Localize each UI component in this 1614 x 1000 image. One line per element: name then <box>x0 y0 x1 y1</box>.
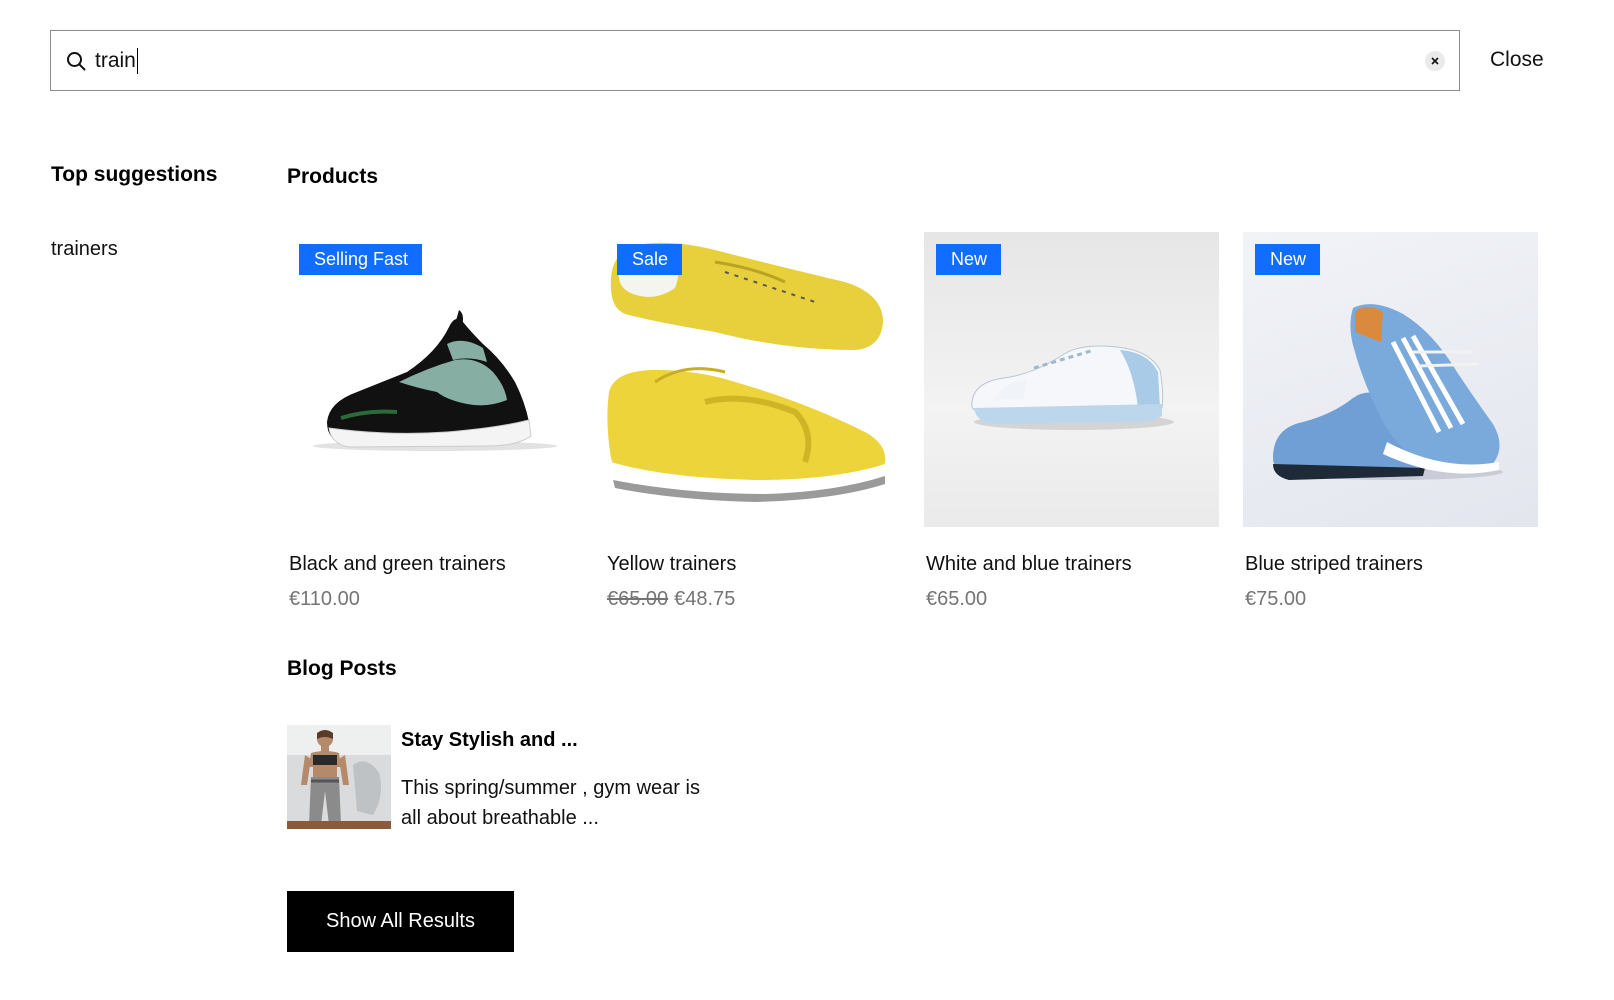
product-old-price: €65.00 <box>607 588 669 610</box>
product-current-price: €48.75 <box>674 588 736 610</box>
product-name[interactable]: White and blue trainers <box>926 553 1219 576</box>
text-caret <box>136 47 138 74</box>
products-heading: Products <box>287 165 379 188</box>
blog-post-excerpt: This spring/summer , gym wear is all abo… <box>401 777 700 829</box>
product-name[interactable]: Blue striped trainers <box>1245 553 1538 576</box>
product-card[interactable]: Sale Yellow trainers €65.00 €48.75 <box>605 232 900 611</box>
search-overlay: train Close Top suggestions trainers Pro… <box>0 0 1614 1000</box>
blog-post-item[interactable]: Stay Stylish and ... This spring/summer … <box>287 725 707 829</box>
product-badge: New <box>936 244 1002 275</box>
yellow-sneakers-image <box>607 242 886 502</box>
product-card[interactable]: Selling Fast Black and green trainers €1… <box>287 232 582 611</box>
product-card[interactable]: New Blue striped trainers €75.00 <box>1243 232 1538 611</box>
product-image[interactable]: Sale <box>605 232 900 527</box>
blog-heading: Blog Posts <box>287 657 397 680</box>
blog-post-title[interactable]: Stay Stylish and ... <box>401 729 578 752</box>
product-image[interactable]: New <box>924 232 1219 527</box>
product-name[interactable]: Black and green trainers <box>289 553 582 576</box>
product-badge: Selling Fast <box>299 244 423 275</box>
clear-search-button[interactable] <box>1425 50 1445 71</box>
product-badge: New <box>1255 244 1321 275</box>
product-image[interactable]: Selling Fast <box>287 232 582 527</box>
product-image[interactable]: New <box>1243 232 1538 527</box>
product-price: €65.00 €48.75 <box>607 588 900 611</box>
product-card[interactable]: New White and blue trainers €65.00 <box>924 232 1219 611</box>
show-all-results-button[interactable]: Show All Results <box>287 891 514 952</box>
product-price: €110.00 <box>289 588 582 611</box>
product-price: €75.00 <box>1245 588 1538 611</box>
product-current-price: €75.00 <box>1245 588 1307 610</box>
product-badge: Sale <box>617 244 683 275</box>
product-price: €65.00 <box>926 588 1219 611</box>
product-name[interactable]: Yellow trainers <box>607 553 900 576</box>
white-blue-sneakers-image <box>971 345 1174 430</box>
search-query: train <box>95 48 136 72</box>
woman-gym-wear-image <box>287 725 391 829</box>
blog-post-image[interactable] <box>287 725 391 829</box>
suggestion-item[interactable]: trainers <box>51 238 118 261</box>
product-current-price: €110.00 <box>289 588 360 610</box>
suggestions-heading: Top suggestions <box>51 163 218 186</box>
blue-striped-sneakers-image <box>1273 304 1503 480</box>
close-icon <box>1431 56 1439 65</box>
black-green-sneaker-image <box>313 310 557 451</box>
close-button[interactable]: Close <box>1490 48 1544 72</box>
product-current-price: €65.00 <box>926 588 988 610</box>
search-bar[interactable]: train <box>50 30 1460 91</box>
search-icon <box>65 50 87 72</box>
search-input[interactable]: train <box>95 47 1425 74</box>
